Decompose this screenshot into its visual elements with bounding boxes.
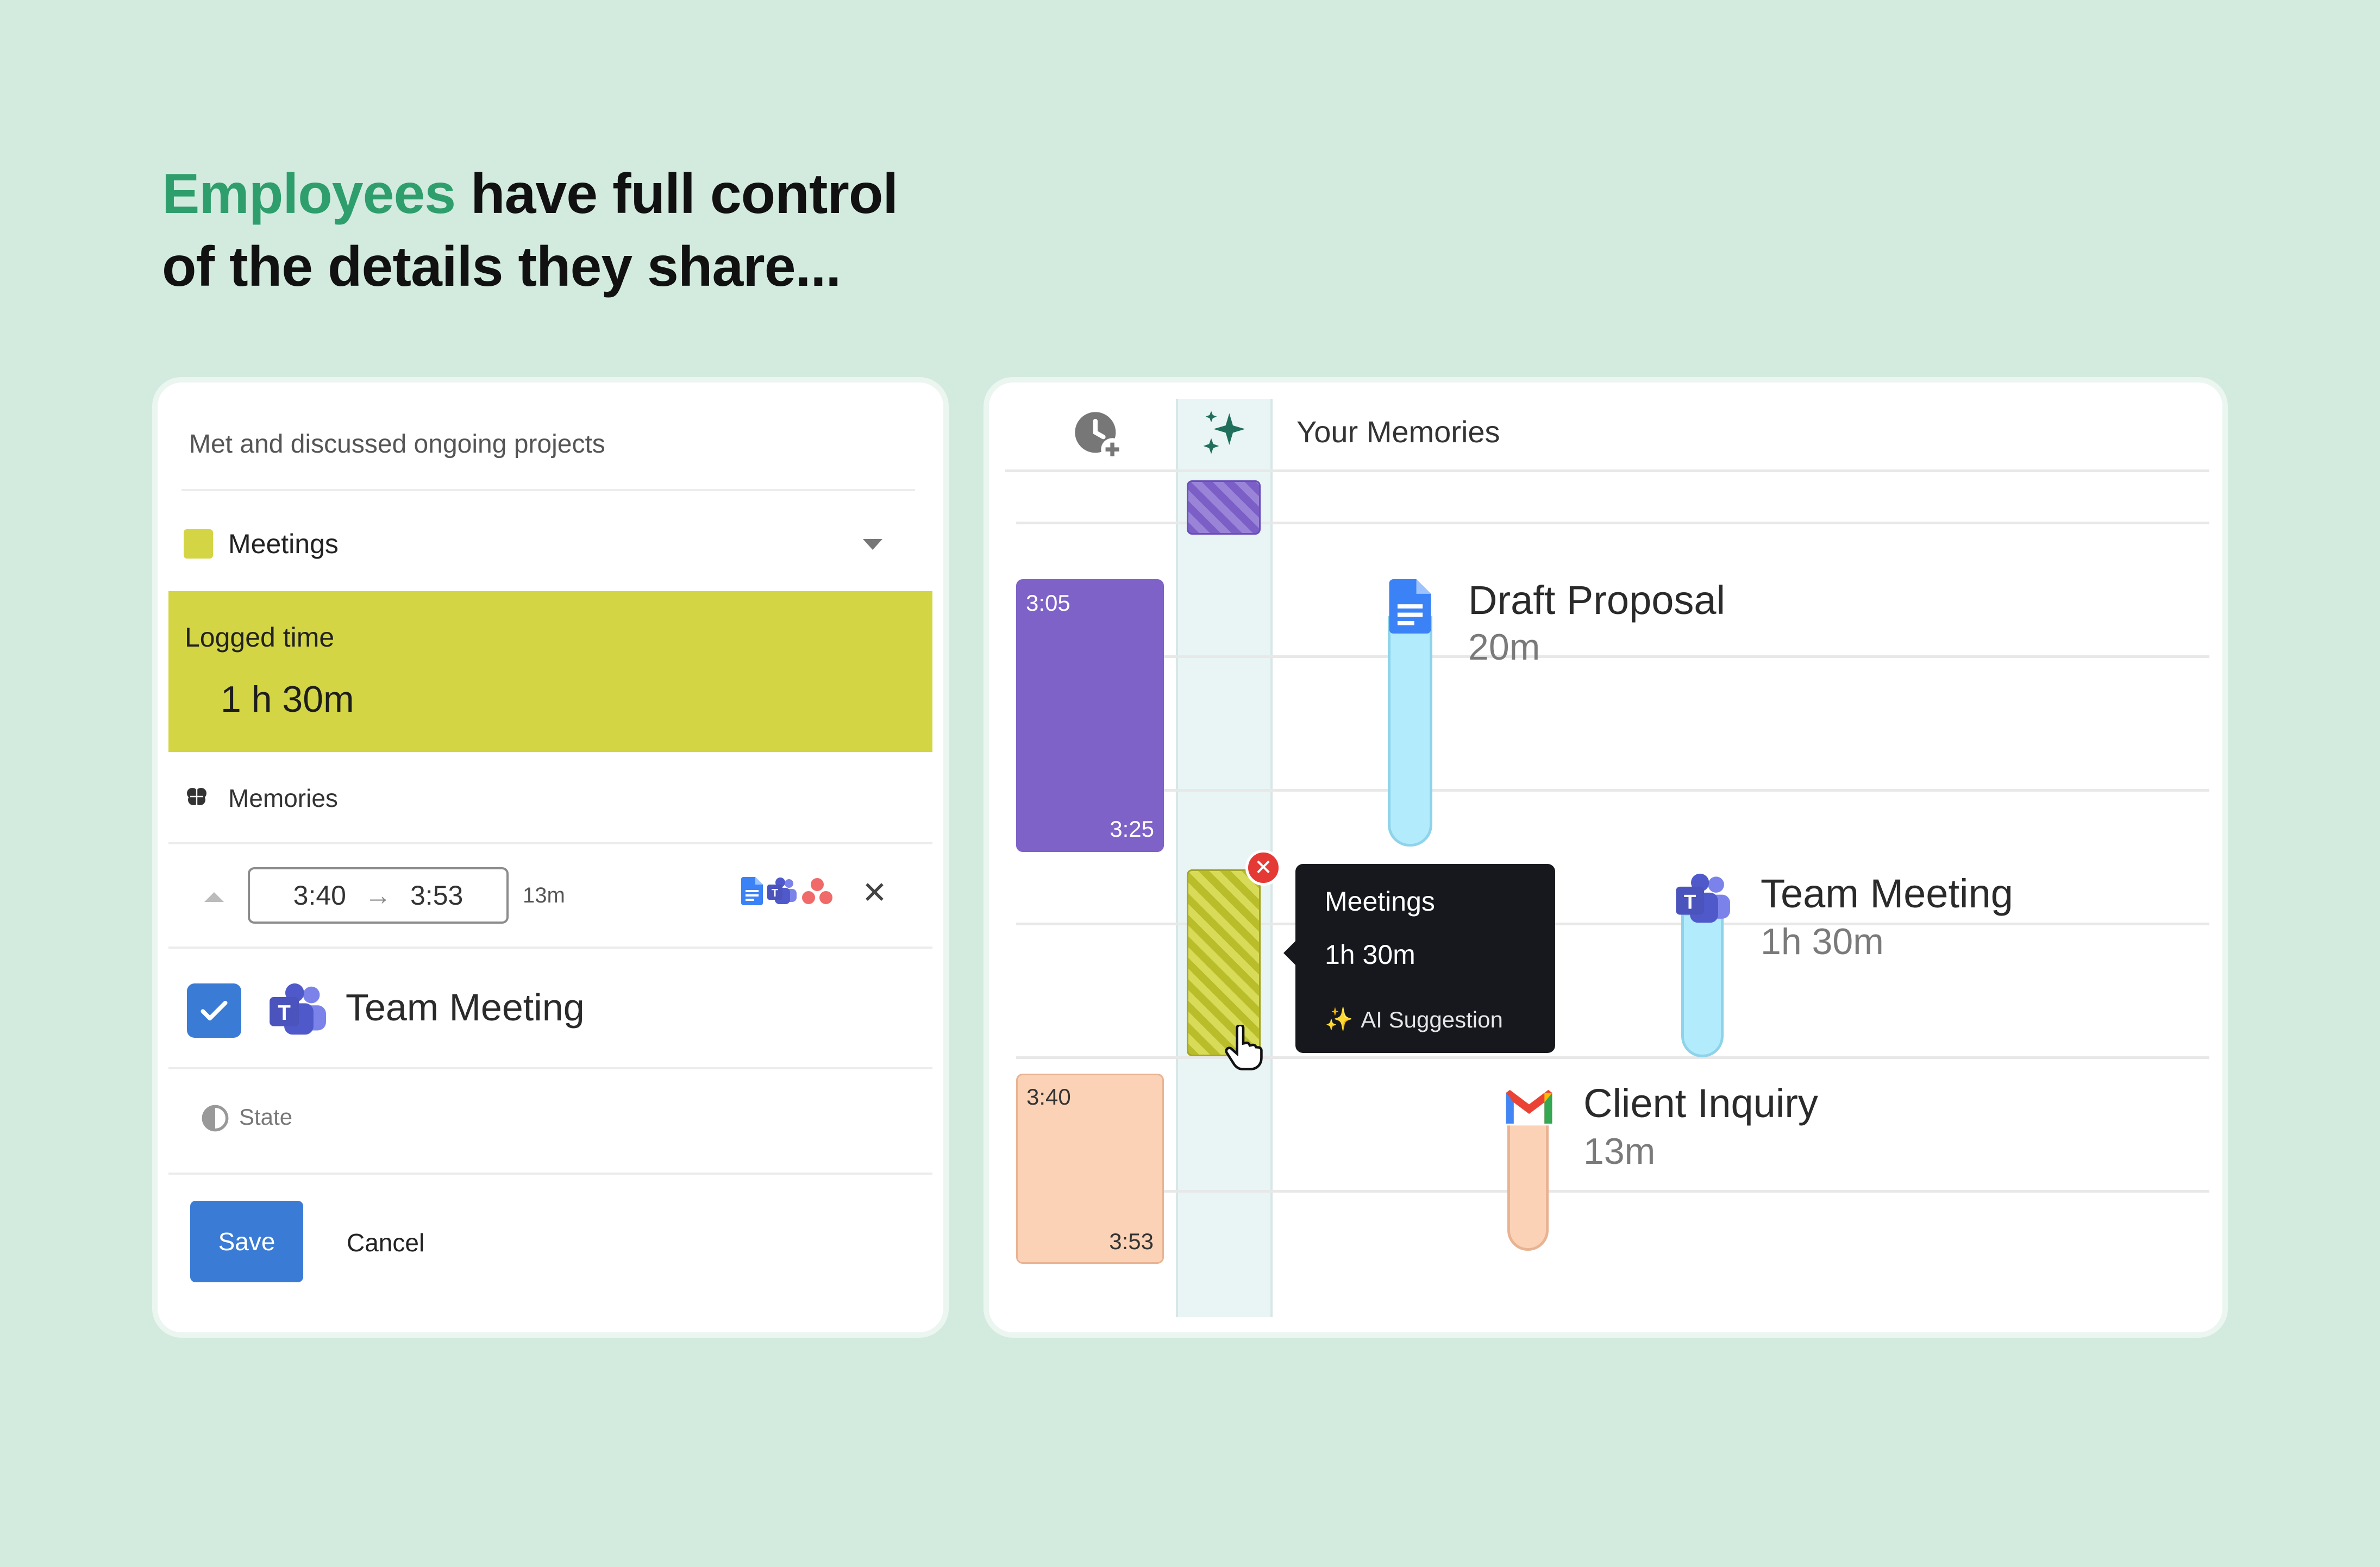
tooltip-tag-label: AI Suggestion xyxy=(1361,1006,1503,1032)
category-select-label[interactable]: Meetings xyxy=(228,528,339,560)
grid-line xyxy=(1016,1056,2209,1059)
tooltip-tag: ✨ AI Suggestion xyxy=(1325,1006,1503,1033)
timeline-title: Your Memories xyxy=(1297,415,1500,449)
memory-duration-bar[interactable] xyxy=(1681,913,1724,1057)
google-docs-icon xyxy=(741,877,763,905)
chevron-down-icon[interactable] xyxy=(863,539,882,550)
ai-suggestion-block[interactable] xyxy=(1187,480,1261,535)
divider xyxy=(168,1067,932,1069)
dismiss-suggestion-button[interactable]: ✕ xyxy=(1245,850,1281,886)
divider xyxy=(168,842,932,844)
divider xyxy=(168,1173,932,1175)
arrow-right-icon: → xyxy=(365,880,392,911)
logged-time-label: Logged time xyxy=(185,622,335,653)
tooltip-title: Meetings xyxy=(1325,886,1435,917)
memory-title: Team Meeting xyxy=(1761,871,2013,916)
time-entry-card: Met and discussed ongoing projects Meeti… xyxy=(158,383,943,1332)
block-start-time: 3:05 xyxy=(1026,590,1070,616)
entry-duration: 13m xyxy=(523,883,565,907)
memory-title: Client Inquiry xyxy=(1583,1081,1818,1126)
memory-duration-bar[interactable] xyxy=(1388,616,1432,847)
sparkle-icon[interactable] xyxy=(1198,406,1252,461)
state-label[interactable]: State xyxy=(239,1104,292,1130)
cancel-button[interactable]: Cancel xyxy=(347,1228,424,1257)
svg-text:T: T xyxy=(772,887,778,899)
memory-duration: 1h 30m xyxy=(1761,921,1884,962)
memory-duration: 13m xyxy=(1583,1131,1656,1172)
memory-duration-bar[interactable] xyxy=(1507,1123,1549,1251)
gmail-icon xyxy=(1504,1087,1554,1126)
headline-rest: have full control xyxy=(455,162,898,225)
app-icons: T xyxy=(741,877,832,905)
chevron-up-icon[interactable] xyxy=(204,892,224,902)
headline-accent: Employees xyxy=(162,162,456,225)
headline-line-1: Employees have full control xyxy=(162,158,898,230)
divider xyxy=(181,489,915,491)
block-end-time: 3:53 xyxy=(1109,1228,1154,1254)
memory-duration: 20m xyxy=(1468,626,1540,668)
block-end-time: 3:25 xyxy=(1110,816,1154,842)
memory-title: Draft Proposal xyxy=(1468,578,1725,623)
svg-text:T: T xyxy=(278,1001,291,1025)
start-time[interactable]: 3:40 xyxy=(293,880,346,911)
memories-timeline-card: Your Memories 3:05 3:25 3:40 3:53 ✕ Meet… xyxy=(989,383,2222,1332)
grid-line xyxy=(1016,655,2209,658)
team-meeting-checkbox[interactable] xyxy=(187,983,241,1038)
asana-icon xyxy=(802,878,832,904)
logged-time-value[interactable]: 1 h 30m xyxy=(221,678,354,720)
check-icon xyxy=(201,1000,228,1021)
clock-add-icon[interactable] xyxy=(1070,408,1125,462)
teams-icon: T xyxy=(767,877,797,904)
block-start-time: 3:40 xyxy=(1026,1084,1071,1110)
logged-time-panel: Logged time 1 h 30m xyxy=(168,591,932,752)
save-button[interactable]: Save xyxy=(190,1201,303,1282)
description-text[interactable]: Met and discussed ongoing projects xyxy=(189,429,605,459)
brain-icon xyxy=(187,788,206,805)
divider xyxy=(168,947,932,949)
time-range-input[interactable]: 3:40 → 3:53 xyxy=(248,867,509,924)
grid-line xyxy=(1016,789,2209,792)
google-docs-icon xyxy=(1389,579,1431,634)
grid-line xyxy=(1016,1190,2209,1193)
teams-icon: T xyxy=(1676,873,1730,923)
tooltip-duration: 1h 30m xyxy=(1325,939,1416,970)
headline-line-2: of the details they share... xyxy=(162,235,841,298)
teams-icon: T xyxy=(270,983,326,1035)
memories-label: Memories xyxy=(228,784,338,812)
selected-item-label: Team Meeting xyxy=(346,986,585,1029)
suggestion-tooltip: Meetings 1h 30m ✨ AI Suggestion xyxy=(1283,864,1555,1053)
svg-text:T: T xyxy=(1684,891,1696,913)
remove-memory-button[interactable]: ✕ xyxy=(862,875,887,911)
category-color-swatch xyxy=(184,529,213,559)
end-time[interactable]: 3:53 xyxy=(410,880,463,911)
contrast-icon xyxy=(202,1105,229,1132)
headline: Employees have full control of the detai… xyxy=(162,158,898,303)
time-block[interactable]: 3:05 3:25 xyxy=(1016,579,1164,852)
hand-pointer-icon xyxy=(1225,1025,1263,1070)
grid-line xyxy=(1005,469,2209,472)
sparkle-icon: ✨ xyxy=(1325,1006,1354,1032)
time-block[interactable]: 3:40 3:53 xyxy=(1016,1074,1164,1264)
